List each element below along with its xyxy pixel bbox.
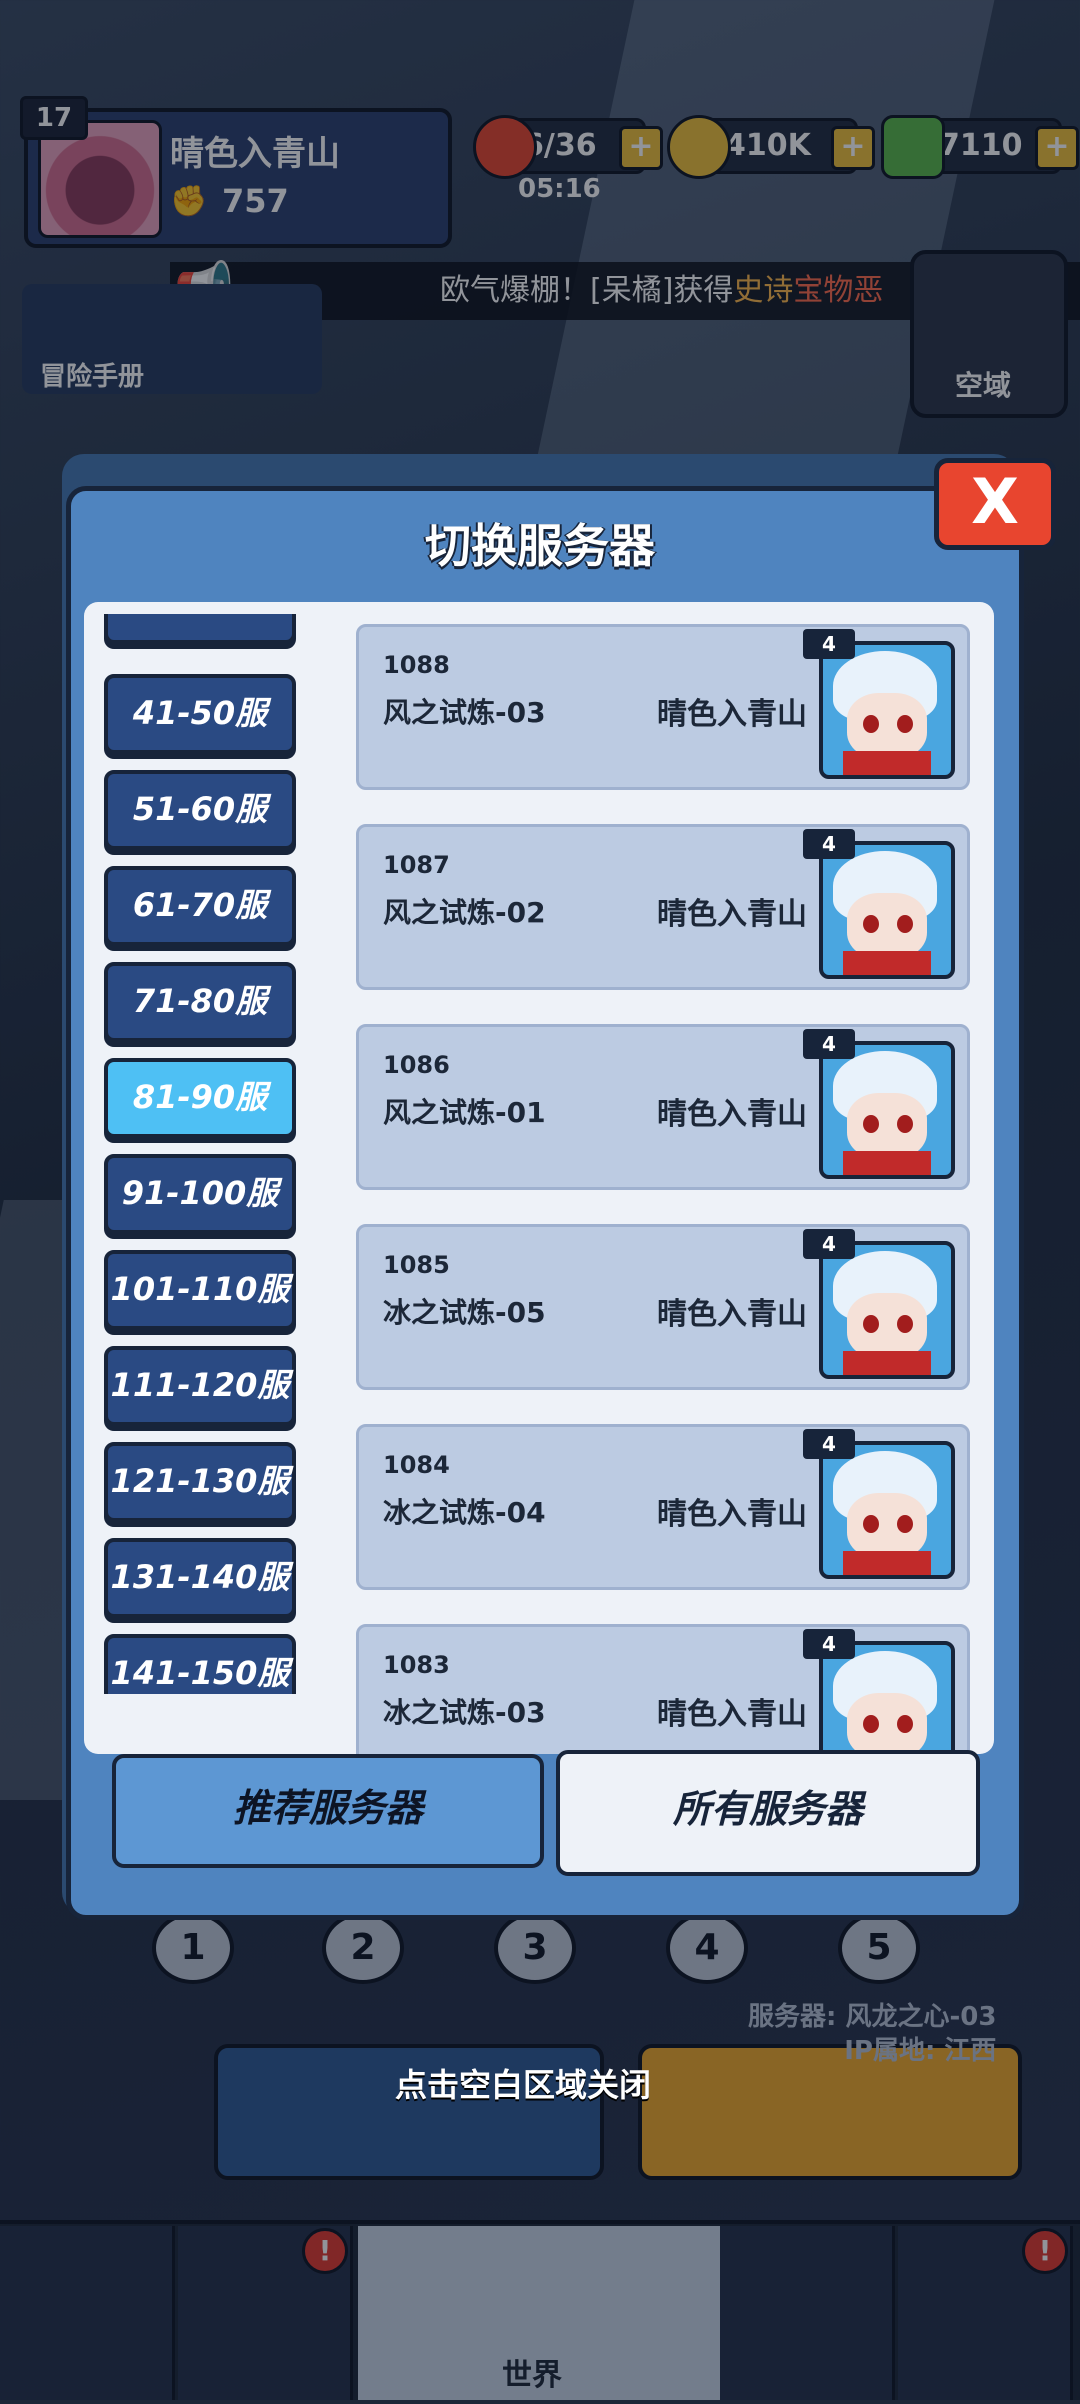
server-card[interactable]: 1088 风之试炼-03 晴色入青山 4 xyxy=(356,624,970,790)
server-id: 1083 xyxy=(383,1651,450,1679)
character-level: 4 xyxy=(803,1429,855,1459)
server-name: 风之试炼-02 xyxy=(383,896,546,929)
server-card[interactable]: 1083 冰之试炼-03 晴色入青山 4 xyxy=(356,1624,970,1754)
character-level: 4 xyxy=(803,829,855,859)
server-player-name: 晴色入青山 xyxy=(657,1697,807,1732)
character-level: 4 xyxy=(803,629,855,659)
range-button[interactable]: 141-150服 xyxy=(104,1634,296,1694)
server-id: 1084 xyxy=(383,1451,450,1479)
server-id: 1085 xyxy=(383,1251,450,1279)
range-button[interactable]: 51-60服 xyxy=(104,770,296,850)
range-button-partial[interactable] xyxy=(104,614,296,644)
character-level: 4 xyxy=(803,1029,855,1059)
server-id: 1087 xyxy=(383,851,450,879)
server-name: 冰之试炼-05 xyxy=(383,1296,546,1329)
character-level: 4 xyxy=(803,1229,855,1259)
range-button-active[interactable]: 81-90服 xyxy=(104,1058,296,1138)
server-player-name: 晴色入青山 xyxy=(657,1097,807,1132)
range-button[interactable]: 131-140服 xyxy=(104,1538,296,1618)
server-name: 风之试炼-03 xyxy=(383,696,546,729)
server-name: 风之试炼-01 xyxy=(383,1096,546,1129)
server-player-name: 晴色入青山 xyxy=(657,1497,807,1532)
range-button[interactable]: 121-130服 xyxy=(104,1442,296,1522)
server-range-list[interactable]: 41-50服 51-60服 61-70服 71-80服 81-90服 91-10… xyxy=(104,614,324,1694)
server-card[interactable]: 1087 风之试炼-02 晴色入青山 4 xyxy=(356,824,970,990)
range-button[interactable]: 101-110服 xyxy=(104,1250,296,1330)
server-name: 冰之试炼-04 xyxy=(383,1496,546,1529)
range-button[interactable]: 71-80服 xyxy=(104,962,296,1042)
tab-all-servers[interactable]: 所有服务器 xyxy=(556,1750,980,1876)
server-card[interactable]: 1086 风之试炼-01 晴色入青山 4 xyxy=(356,1024,970,1190)
character-avatar xyxy=(819,1241,955,1379)
server-player-name: 晴色入青山 xyxy=(657,697,807,732)
server-player-name: 晴色入青山 xyxy=(657,897,807,932)
server-player-name: 晴色入青山 xyxy=(657,1297,807,1332)
character-avatar xyxy=(819,1041,955,1179)
close-button[interactable]: X xyxy=(934,458,1056,550)
range-button[interactable]: 111-120服 xyxy=(104,1346,296,1426)
character-avatar xyxy=(819,641,955,779)
character-avatar xyxy=(819,1441,955,1579)
server-id: 1088 xyxy=(383,651,450,679)
server-name: 冰之试炼-03 xyxy=(383,1696,546,1729)
range-button[interactable]: 61-70服 xyxy=(104,866,296,946)
server-id: 1086 xyxy=(383,1051,450,1079)
modal-title: 切换服务器 xyxy=(425,519,655,573)
tab-recommended-servers[interactable]: 推荐服务器 xyxy=(112,1754,544,1868)
server-list-panel: 41-50服 51-60服 61-70服 71-80服 81-90服 91-10… xyxy=(84,602,994,1754)
character-level: 4 xyxy=(803,1629,855,1659)
character-avatar xyxy=(819,841,955,979)
close-hint: 点击空白区域关闭 xyxy=(395,2066,652,2104)
range-button[interactable]: 41-50服 xyxy=(104,674,296,754)
server-card[interactable]: 1084 冰之试炼-04 晴色入青山 4 xyxy=(356,1424,970,1590)
server-card[interactable]: 1085 冰之试炼-05 晴色入青山 4 xyxy=(356,1224,970,1390)
range-button[interactable]: 91-100服 xyxy=(104,1154,296,1234)
